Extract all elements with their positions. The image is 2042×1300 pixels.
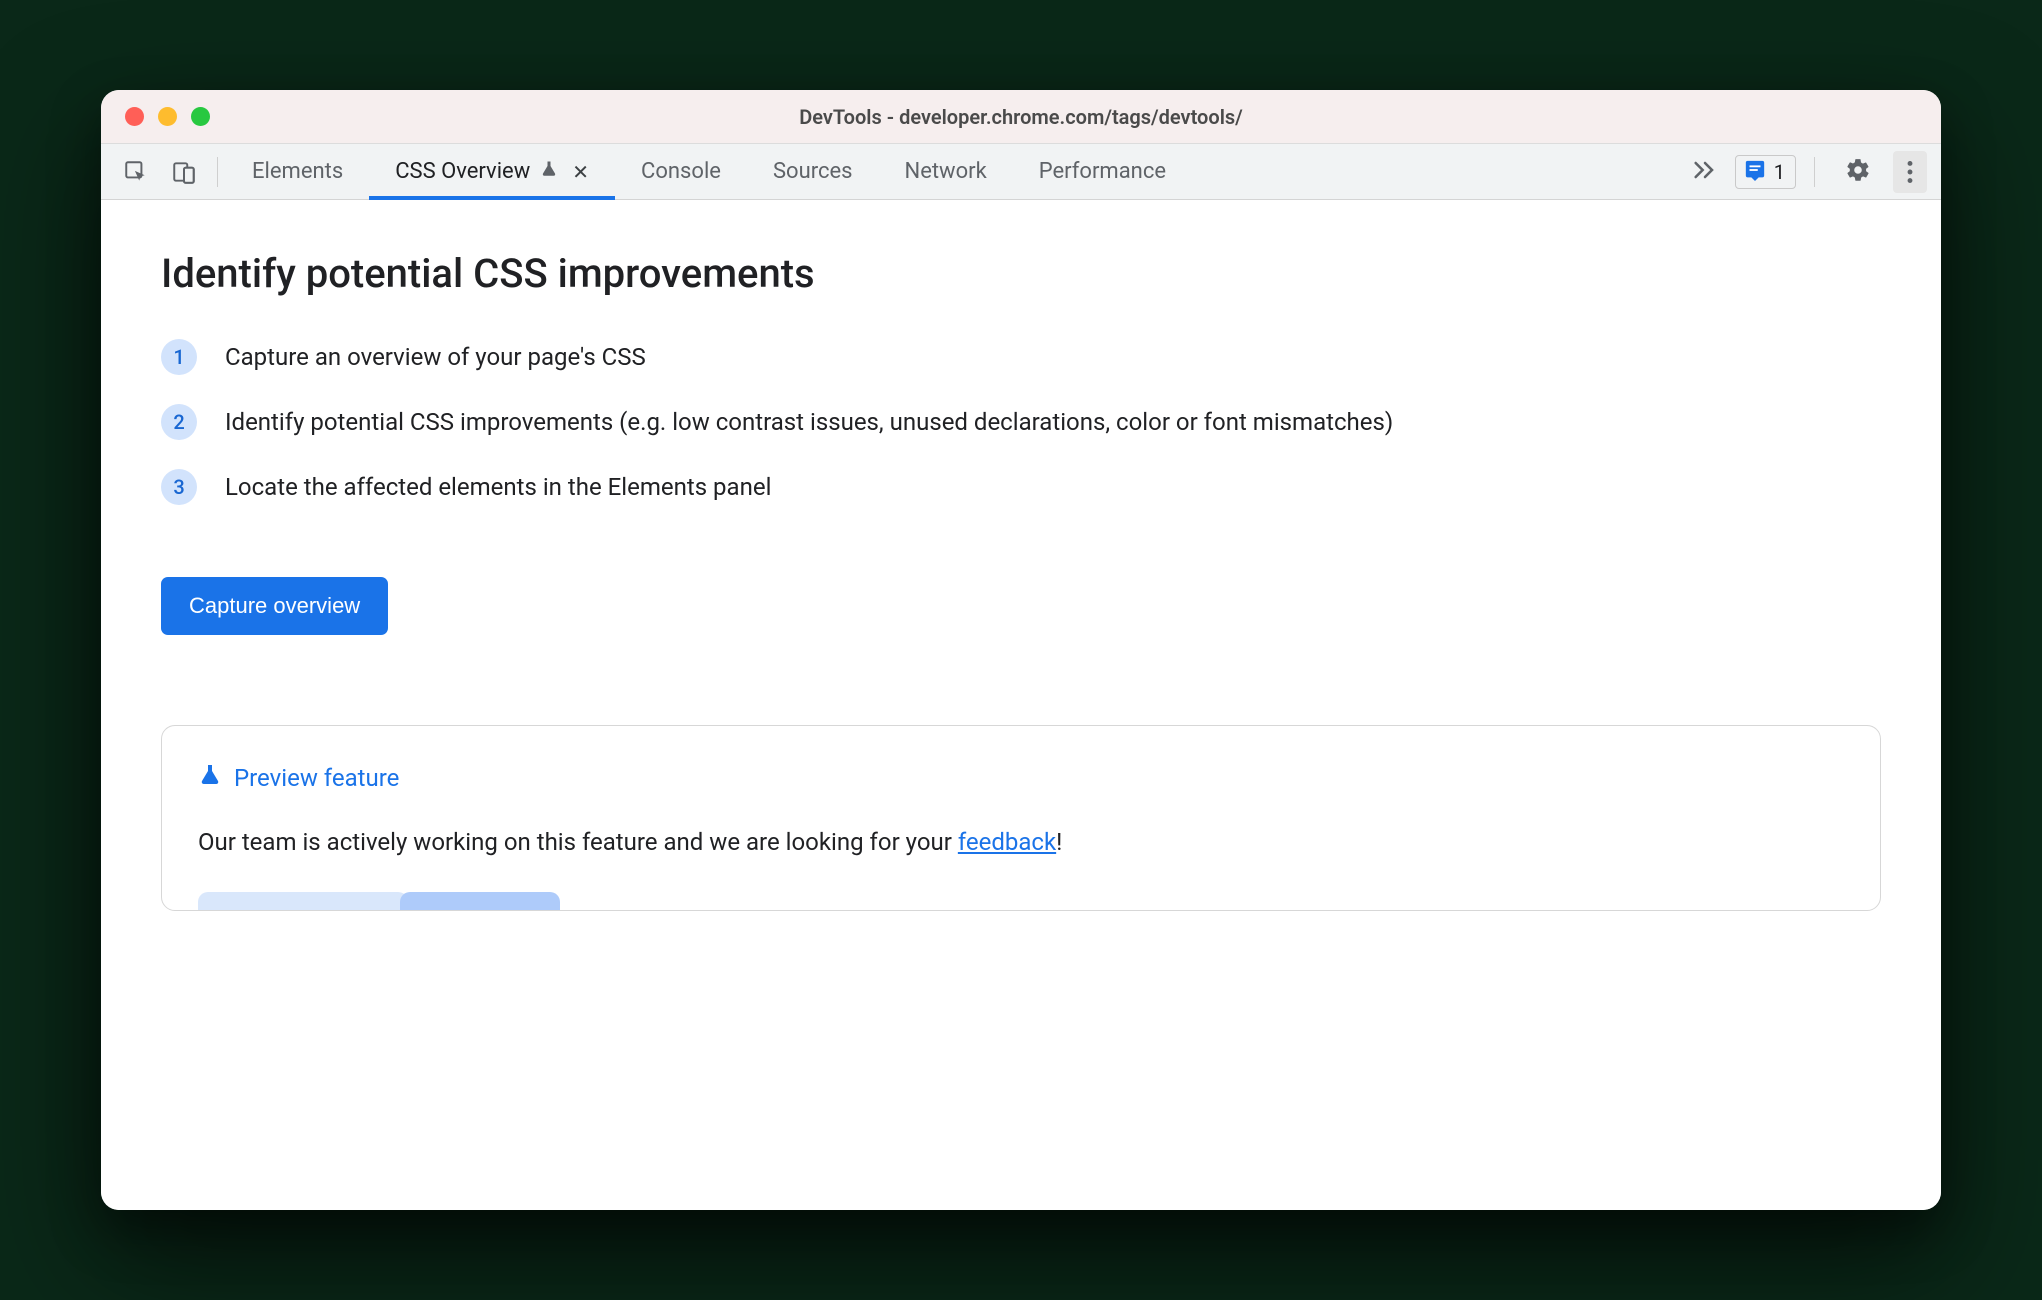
list-item: 3 Locate the affected elements in the El… bbox=[161, 469, 1881, 506]
tab-label: Console bbox=[641, 159, 721, 184]
devtools-window: DevTools - developer.chrome.com/tags/dev… bbox=[101, 90, 1941, 1210]
step-number: 2 bbox=[161, 404, 197, 440]
issues-badge[interactable]: 1 bbox=[1735, 155, 1796, 189]
flask-icon bbox=[198, 762, 222, 794]
toolbar-separator bbox=[1814, 157, 1815, 187]
preview-title: Preview feature bbox=[234, 764, 399, 792]
panel-content: Identify potential CSS improvements 1 Ca… bbox=[101, 200, 1941, 1210]
tab-label: Performance bbox=[1039, 159, 1166, 184]
tab-elements[interactable]: Elements bbox=[226, 144, 369, 199]
more-options-button[interactable] bbox=[1893, 151, 1927, 193]
steps-list: 1 Capture an overview of your page's CSS… bbox=[161, 339, 1881, 507]
issues-icon bbox=[1744, 159, 1766, 185]
traffic-lights bbox=[101, 107, 210, 126]
device-toolbar-icon[interactable] bbox=[171, 159, 197, 185]
close-tab-icon[interactable]: ✕ bbox=[572, 160, 589, 184]
tab-label: Sources bbox=[773, 159, 853, 184]
tab-performance[interactable]: Performance bbox=[1013, 144, 1192, 199]
window-title: DevTools - developer.chrome.com/tags/dev… bbox=[101, 105, 1941, 129]
step-text: Identify potential CSS improvements (e.g… bbox=[225, 404, 1393, 441]
tab-label: CSS Overview bbox=[395, 159, 530, 184]
toolbar-separator bbox=[217, 157, 218, 187]
inspect-element-icon[interactable] bbox=[123, 159, 149, 185]
preview-text-before: Our team is actively working on this fea… bbox=[198, 828, 958, 856]
issues-count: 1 bbox=[1774, 160, 1785, 184]
close-window-button[interactable] bbox=[125, 107, 144, 126]
more-tabs-button[interactable] bbox=[1675, 160, 1735, 184]
preview-body: Our team is actively working on this fea… bbox=[198, 828, 1844, 856]
panel-tabs: Elements CSS Overview ✕ Console Sources … bbox=[226, 144, 1192, 199]
settings-button[interactable] bbox=[1837, 157, 1879, 187]
maximize-window-button[interactable] bbox=[191, 107, 210, 126]
page-title: Identify potential CSS improvements bbox=[161, 250, 1881, 297]
capture-overview-button[interactable]: Capture overview bbox=[161, 577, 388, 635]
preview-feature-card: Preview feature Our team is actively wor… bbox=[161, 725, 1881, 911]
step-number: 3 bbox=[161, 469, 197, 505]
tab-css-overview[interactable]: CSS Overview ✕ bbox=[369, 144, 615, 199]
minimize-window-button[interactable] bbox=[158, 107, 177, 126]
step-text: Locate the affected elements in the Elem… bbox=[225, 469, 771, 506]
main-toolbar: Elements CSS Overview ✕ Console Sources … bbox=[101, 144, 1941, 200]
feedback-link[interactable]: feedback bbox=[958, 828, 1056, 856]
tab-network[interactable]: Network bbox=[879, 144, 1013, 199]
preview-text-after: ! bbox=[1056, 828, 1062, 856]
flask-icon bbox=[540, 159, 558, 185]
list-item: 2 Identify potential CSS improvements (e… bbox=[161, 404, 1881, 441]
step-text: Capture an overview of your page's CSS bbox=[225, 339, 646, 376]
titlebar: DevTools - developer.chrome.com/tags/dev… bbox=[101, 90, 1941, 144]
pill-peek bbox=[400, 892, 560, 910]
list-item: 1 Capture an overview of your page's CSS bbox=[161, 339, 1881, 376]
tab-sources[interactable]: Sources bbox=[747, 144, 879, 199]
tab-console[interactable]: Console bbox=[615, 144, 747, 199]
tab-label: Network bbox=[905, 159, 987, 184]
preview-header: Preview feature bbox=[198, 762, 1844, 794]
step-number: 1 bbox=[161, 339, 197, 375]
quick-start-buttons-peek bbox=[198, 892, 1844, 910]
tab-label: Elements bbox=[252, 159, 343, 184]
pill-peek bbox=[198, 892, 408, 910]
